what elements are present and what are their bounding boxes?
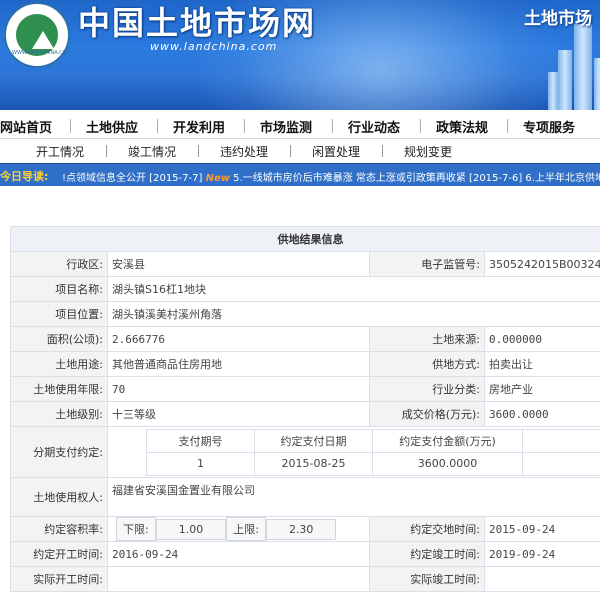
subnav-divider [382, 145, 383, 157]
subnav-divider [198, 145, 199, 157]
nav-divider [332, 119, 333, 133]
far-cell: 下限:1.00上限:2.30 [108, 517, 370, 542]
logo-text: WWW.LANDCHINA.COM [12, 50, 62, 56]
land-level-value: 十三等级 [108, 402, 370, 427]
price-label: 成交价格(万元): [370, 402, 485, 427]
subnav-item-idle-land[interactable]: 闲置处理 [312, 143, 360, 160]
far-label: 约定容积率: [11, 517, 108, 542]
far-upper-label: 上限: [226, 517, 266, 541]
agreed-finish-label: 约定竣工时间: [370, 542, 485, 567]
ticker-headline[interactable]: !点领域信息全公开 [2015-7-7] [62, 173, 202, 184]
nav-item-industry-news[interactable]: 行业动态 [348, 117, 400, 136]
land-level-label: 土地级别: [11, 402, 108, 427]
agreed-finish-value: 2019-09-24 [485, 542, 600, 567]
actual-start-label: 实际开工时间: [11, 567, 108, 592]
delivery-value: 2015-09-24 [485, 517, 600, 542]
project-location-value: 湖头镇溪美村溪州角落 [108, 302, 600, 327]
installment-header: 约定支付日期 [255, 429, 373, 452]
project-name-label: 项目名称: [11, 277, 108, 302]
nav-item-land-supply[interactable]: 土地供应 [86, 117, 138, 136]
far-lower-label: 下限: [116, 517, 156, 541]
district-label: 行政区: [11, 252, 108, 277]
industry-value: 房地产业 [485, 377, 600, 402]
nav-item-special-services[interactable]: 专项服务 [523, 117, 575, 136]
supply-method-value: 拍卖出让 [485, 352, 600, 377]
installment-cell: 支付期号 约定支付日期 约定支付金额(万元) 1 2015-08-25 3600… [108, 427, 600, 478]
nav-item-policy[interactable]: 政策法规 [436, 117, 488, 136]
use-years-value: 70 [108, 377, 370, 402]
content-panel: 供地结果信息 行政区: 安溪县 电子监管号: 3505242015B00324 … [0, 186, 600, 586]
land-use-label: 土地用途: [11, 352, 108, 377]
installment-header-empty [523, 429, 600, 452]
site-logo[interactable]: WWW.LANDCHINA.COM [4, 2, 70, 68]
industry-label: 行业分类: [370, 377, 485, 402]
land-source-value: 0.000000 [485, 327, 600, 352]
subnav-item-plan-change[interactable]: 规划变更 [404, 143, 452, 160]
project-location-label: 项目位置: [11, 302, 108, 327]
supervision-no-label: 电子监管号: [370, 252, 485, 277]
agreed-start-value: 2016-09-24 [108, 542, 370, 567]
land-source-label: 土地来源: [370, 327, 485, 352]
installment-header: 支付期号 [147, 429, 255, 452]
subnav-divider [290, 145, 291, 157]
installment-date: 2015-08-25 [255, 452, 373, 475]
subnav-divider [106, 145, 107, 157]
news-ticker: 今日导读: !点领域信息全公开 [2015-7-7] New 5.一线城市房价后… [0, 163, 600, 186]
actual-finish-value [485, 567, 600, 592]
nav-divider [420, 119, 421, 133]
land-user-label: 土地使用权人: [11, 478, 108, 517]
nav-item-home[interactable]: 网站首页 [0, 117, 52, 136]
nav-item-development[interactable]: 开发利用 [173, 117, 225, 136]
area-label: 面积(公顷): [11, 327, 108, 352]
supply-method-label: 供地方式: [370, 352, 485, 377]
new-badge: New [206, 173, 230, 184]
actual-start-value [108, 567, 370, 592]
nav-item-market-monitor[interactable]: 市场监测 [260, 117, 312, 136]
ticker-text[interactable]: !点领域信息全公开 [2015-7-7] New 5.一线城市房价后市难暴涨 常… [62, 169, 600, 184]
site-title: 中国土地市场网 [78, 0, 316, 44]
banner-right-title: 土地市场 [524, 4, 592, 29]
district-value: 安溪县 [108, 252, 370, 277]
delivery-label: 约定交地时间: [370, 517, 485, 542]
subnav-item-violation[interactable]: 违约处理 [220, 143, 268, 160]
ticker-headline[interactable]: 5.一线城市房价后市难暴涨 常态上涨或引政策再收紧 [2015-7-6] 6.上… [233, 173, 600, 184]
installment-amount: 3600.0000 [373, 452, 523, 475]
main-nav: 网站首页 土地供应 开发利用 市场监测 行业动态 政策法规 专项服务 [0, 110, 600, 139]
project-name-value: 湖头镇S16杠1地块 [108, 277, 600, 302]
site-url[interactable]: www.landchina.com [150, 40, 277, 53]
price-value: 3600.0000 [485, 402, 600, 427]
land-user-value: 福建省安溪国金置业有限公司 [108, 478, 600, 517]
installment-table: 支付期号 约定支付日期 约定支付金额(万元) 1 2015-08-25 3600… [146, 429, 600, 476]
agreed-start-label: 约定开工时间: [11, 542, 108, 567]
nav-divider [157, 119, 158, 133]
ticker-label: 今日导读: [0, 168, 48, 184]
sub-nav: 开工情况 竣工情况 违约处理 闲置处理 规划变更 [0, 139, 600, 162]
use-years-label: 土地使用年限: [11, 377, 108, 402]
installment-period: 1 [147, 452, 255, 475]
installment-header: 约定支付金额(万元) [373, 429, 523, 452]
land-supply-result-table: 供地结果信息 行政区: 安溪县 电子监管号: 3505242015B00324 … [10, 226, 600, 592]
installment-label: 分期支付约定: [11, 427, 108, 478]
supervision-no-value: 3505242015B00324 [485, 252, 600, 277]
nav-divider [507, 119, 508, 133]
area-value: 2.666776 [108, 327, 370, 352]
subnav-item-construction-start[interactable]: 开工情况 [36, 143, 84, 160]
table-title: 供地结果信息 [11, 227, 600, 252]
land-use-value: 其他普通商品住房用地 [108, 352, 370, 377]
far-upper-value: 2.30 [266, 519, 337, 540]
subnav-item-completion[interactable]: 竣工情况 [128, 143, 176, 160]
installment-empty [523, 452, 600, 475]
nav-divider [70, 119, 71, 133]
nav-divider [244, 119, 245, 133]
far-lower-value: 1.00 [156, 519, 227, 540]
actual-finish-label: 实际竣工时间: [370, 567, 485, 592]
